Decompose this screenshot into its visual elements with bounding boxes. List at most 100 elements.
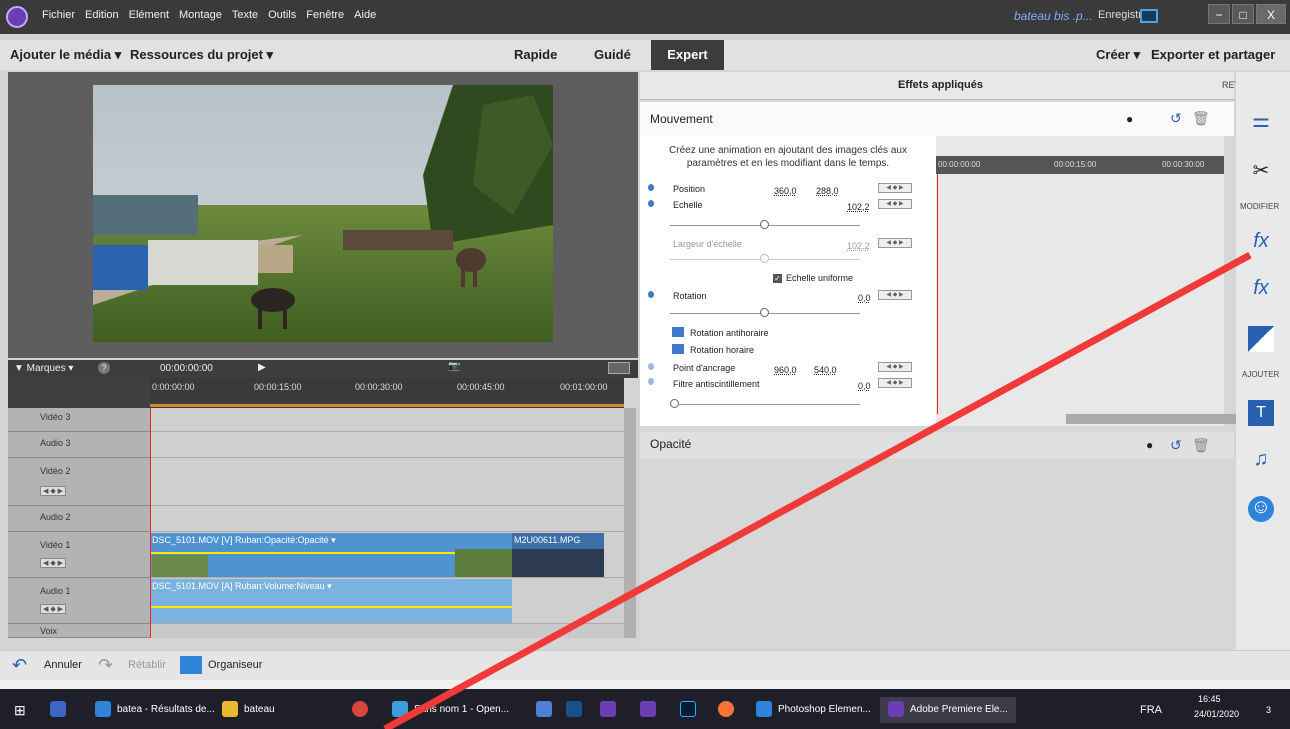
clock-time[interactable]: 16:45: [1198, 692, 1221, 706]
play-icon[interactable]: ▶: [258, 362, 266, 373]
eye-icon[interactable]: ●: [1146, 438, 1153, 452]
video-preview[interactable]: [93, 85, 553, 342]
keyframe-nav[interactable]: ◀ ◆ ▶: [40, 604, 67, 614]
undo-button[interactable]: Annuler: [44, 659, 82, 671]
opacite-header[interactable]: Opacité ● ↺ 🗑: [640, 432, 1234, 458]
menu-texte[interactable]: Texte: [232, 9, 258, 21]
tab-rapide[interactable]: Rapide: [514, 47, 557, 62]
tab-expert[interactable]: Expert: [651, 40, 724, 70]
taskbar-app-icon[interactable]: [566, 697, 588, 723]
taskbar-app-icon[interactable]: [50, 697, 72, 723]
stopwatch-icon[interactable]: [648, 363, 654, 370]
track-header-video2[interactable]: Vidéo 2 ◀ ◆ ▶: [8, 458, 150, 506]
menu-edition[interactable]: Edition: [85, 9, 119, 21]
tab-guide[interactable]: Guidé: [594, 47, 631, 62]
keyframe-nav[interactable]: ◀ ◆ ▶: [878, 199, 912, 209]
rotate-ccw-label[interactable]: Rotation antihoraire: [690, 328, 769, 338]
add-media-button[interactable]: Ajouter le média ▾: [10, 47, 121, 63]
stopwatch-icon[interactable]: [648, 378, 654, 385]
premiere-logo-icon[interactable]: [6, 6, 28, 28]
track-audio2[interactable]: [150, 506, 624, 532]
track-header-audio1[interactable]: Audio 1 ◀ ◆ ▶: [8, 578, 150, 624]
keyframe-nav[interactable]: ◀ ◆ ▶: [878, 183, 912, 193]
transitions-icon[interactable]: [1248, 326, 1274, 352]
stopwatch-icon[interactable]: [648, 200, 654, 207]
ancrage-x-value[interactable]: 960,0: [774, 365, 797, 375]
taskbar-app-icon[interactable]: [640, 697, 662, 723]
keyframe-nav[interactable]: ◀ ◆ ▶: [878, 290, 912, 300]
notifications-badge[interactable]: 3: [1266, 697, 1271, 723]
taskbar-app[interactable]: bateau: [222, 697, 275, 723]
rotate-cw-icon[interactable]: [672, 344, 684, 354]
filtre-slider-knob[interactable]: [670, 399, 679, 408]
redo-button[interactable]: Rétablir: [128, 659, 166, 671]
taskbar-app[interactable]: batea - Résultats de...: [95, 697, 215, 723]
timecode[interactable]: 00:00:00:00: [160, 363, 213, 374]
markers-menu[interactable]: ▼ Marques ▾: [14, 363, 73, 374]
project-resources-button[interactable]: Ressources du projet ▾: [130, 47, 273, 63]
close-button[interactable]: X: [1256, 4, 1286, 24]
graphics-icon[interactable]: ☺: [1248, 496, 1274, 522]
timeline-scrollbar[interactable]: [624, 408, 636, 638]
rotation-slider-knob[interactable]: [760, 308, 769, 317]
create-button[interactable]: Créer ▾: [1096, 47, 1140, 63]
titles-icon[interactable]: T: [1248, 400, 1274, 426]
volume-line[interactable]: [150, 606, 512, 608]
keyframe-ruler[interactable]: 00:00:00:00 00:00:15:00 00:00:30:00: [936, 156, 1224, 174]
taskbar-app[interactable]: Sans nom 1 - Open...: [392, 697, 509, 723]
taskbar-app-active[interactable]: Adobe Premiere Ele...: [880, 697, 1016, 723]
clock-date[interactable]: 24/01/2020: [1194, 707, 1239, 721]
keyframe-nav[interactable]: ◀ ◆ ▶: [878, 362, 912, 372]
keyframe-nav[interactable]: ◀ ◆ ▶: [40, 558, 67, 568]
keyframe-playhead[interactable]: [937, 174, 938, 414]
keyframe-nav[interactable]: ◀ ◆ ▶: [40, 486, 67, 496]
chrome-icon[interactable]: [352, 697, 374, 723]
help-icon[interactable]: ?: [98, 362, 110, 374]
track-audio3[interactable]: [150, 432, 624, 458]
trash-icon[interactable]: 🗑: [1192, 110, 1210, 127]
keyframe-timeline[interactable]: 00:00:00:00 00:00:15:00 00:00:30:00: [936, 136, 1290, 426]
organizer-button[interactable]: Organiseur: [208, 659, 262, 671]
export-share-button[interactable]: Exporter et partager: [1151, 47, 1275, 62]
camera-icon[interactable]: 📷: [448, 361, 460, 372]
position-y-value[interactable]: 288,0: [816, 186, 839, 196]
music-icon[interactable]: ♫: [1248, 448, 1274, 474]
clip-video-m2u00611[interactable]: M2U00611.MPG: [512, 533, 604, 577]
applied-effects-icon[interactable]: fx: [1248, 230, 1274, 256]
maximize-button[interactable]: □: [1232, 4, 1254, 24]
rotate-ccw-icon[interactable]: [672, 327, 684, 337]
track-video3[interactable]: [150, 408, 624, 432]
track-video2[interactable]: [150, 458, 624, 506]
reset-icon[interactable]: ↺: [1170, 110, 1182, 127]
redo-icon[interactable]: ↷: [98, 655, 113, 676]
menu-outils[interactable]: Outils: [268, 9, 296, 21]
playhead[interactable]: [150, 408, 151, 638]
stopwatch-icon[interactable]: [648, 291, 654, 298]
menu-fichier[interactable]: Fichier: [42, 9, 75, 21]
menu-aide[interactable]: Aide: [354, 9, 376, 21]
ancrage-y-value[interactable]: 540,0: [814, 365, 837, 375]
menu-element[interactable]: Elément: [129, 9, 169, 21]
monitor-icon[interactable]: [1140, 9, 1158, 23]
undo-icon[interactable]: ↶: [12, 655, 27, 676]
track-header-audio3[interactable]: Audio 3: [8, 432, 150, 458]
trash-icon[interactable]: 🗑: [1192, 437, 1210, 454]
mouvement-header[interactable]: Mouvement ● ↺ 🗑: [640, 102, 1234, 136]
echelle-value[interactable]: 102,2: [847, 202, 870, 212]
track-header-voix[interactable]: Voix: [8, 624, 150, 638]
rotate-cw-label[interactable]: Rotation horaire: [690, 345, 754, 355]
uniform-scale-checkbox[interactable]: ✓: [773, 274, 782, 283]
minimize-button[interactable]: −: [1208, 4, 1230, 24]
photoshop-icon[interactable]: [680, 697, 702, 723]
clip-audio-dsc5101[interactable]: DSC_5101.MOV [A] Ruban:Volume:Niveau ▾: [150, 579, 512, 623]
menu-fenetre[interactable]: Fenêtre: [306, 9, 344, 21]
timeline-ruler[interactable]: 0:00:00:00 00:00:15:00 00:00:30:00 00:00…: [150, 378, 624, 408]
taskbar-app[interactable]: Photoshop Elemen...: [756, 697, 871, 723]
clip-video-dsc5101[interactable]: DSC_5101.MOV [V] Ruban:Opacité:Opacité ▾: [150, 533, 512, 577]
stopwatch-icon[interactable]: [648, 184, 654, 191]
organizer-icon[interactable]: [180, 656, 202, 674]
rotation-value[interactable]: 0,0: [858, 293, 871, 303]
language-indicator[interactable]: FRA: [1140, 697, 1162, 723]
track-header-video1[interactable]: Vidéo 1 ◀ ◆ ▶: [8, 532, 150, 578]
eye-icon[interactable]: ●: [1126, 112, 1133, 126]
